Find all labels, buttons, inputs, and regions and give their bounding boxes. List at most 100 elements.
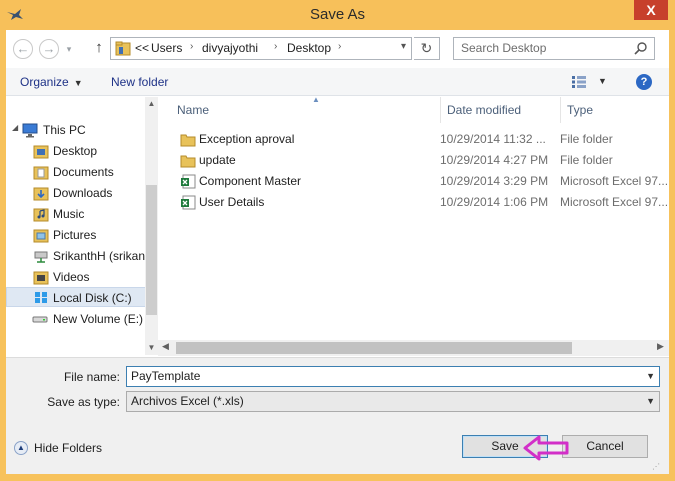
file-row[interactable]: Component Master 10/29/2014 3:29 PM Micr… — [178, 171, 668, 192]
sidebar-item-local-disk[interactable]: Local Disk (C:) — [6, 287, 146, 307]
drive-icon — [32, 316, 48, 323]
excel-file-icon — [181, 174, 196, 189]
file-name-field[interactable]: PayTemplate ▼ — [126, 366, 660, 387]
title-bar: Save As X — [0, 0, 675, 30]
file-date: 10/29/2014 3:29 PM — [440, 174, 549, 188]
search-box[interactable]: Search Desktop — [453, 37, 655, 60]
chevron-up-icon: ▲ — [14, 441, 28, 455]
organize-label: Organize — [20, 75, 69, 89]
sidebar-item-label: Pictures — [53, 228, 97, 242]
breadcrumb-users[interactable]: Users — [151, 41, 182, 55]
scrollbar-thumb[interactable] — [176, 342, 572, 354]
sidebar-item-label: SrikanthH (srikan — [53, 249, 146, 263]
folder-icon — [115, 41, 131, 56]
sidebar-item-label: Local Disk (C:) — [53, 291, 132, 305]
search-icon — [634, 42, 647, 55]
sidebar-item-documents[interactable]: Documents — [6, 162, 146, 182]
column-header-label: Name — [177, 103, 210, 117]
navigation-pane: ◢ This PC Desktop Documents Downloads Mu… — [6, 97, 158, 357]
horizontal-scrollbar[interactable]: ◀ ▶ — [158, 340, 669, 356]
search-input[interactable]: Search Desktop — [461, 41, 546, 55]
sidebar-item-new-volume[interactable]: New Volume (E:) — [6, 309, 146, 329]
close-button[interactable]: X — [634, 0, 668, 20]
videos-folder-icon — [33, 271, 49, 285]
cancel-button[interactable]: Cancel — [562, 435, 648, 458]
new-folder-button[interactable]: New folder — [111, 75, 168, 89]
address-dropdown-icon[interactable]: ▾ — [401, 41, 406, 52]
file-row[interactable]: update 10/29/2014 4:27 PM File folder — [178, 150, 668, 171]
folder-icon — [180, 155, 196, 168]
organize-menu[interactable]: Organize ▼ — [20, 75, 83, 89]
pictures-folder-icon — [33, 229, 49, 243]
sidebar-item-label: Desktop — [53, 144, 98, 158]
hide-folders-label: Hide Folders — [34, 441, 103, 455]
window-title: Save As — [309, 6, 366, 23]
documents-folder-icon — [33, 166, 49, 180]
sidebar-item-label: Downloads — [53, 186, 113, 200]
column-header-name[interactable]: Name ▲ — [171, 95, 441, 123]
local-disk-icon — [35, 292, 47, 303]
sidebar-item-label: New Volume (E:) — [53, 312, 144, 326]
file-name: User Details — [199, 195, 265, 209]
breadcrumb-chevron-icon[interactable]: › — [338, 41, 341, 52]
file-list: Name ▲ Date modified Type Exception apro… — [158, 95, 669, 357]
sidebar-item-downloads[interactable]: Downloads — [6, 183, 146, 203]
scroll-right-arrow-icon[interactable]: ▶ — [657, 341, 664, 352]
breadcrumb-divyajyothi[interactable]: divyajyothi — [202, 41, 258, 55]
sidebar-item-label: This PC — [43, 123, 86, 137]
column-header-date-modified[interactable]: Date modified — [441, 97, 561, 123]
back-button[interactable]: ← — [13, 39, 33, 59]
breadcrumb-chevron-icon[interactable]: › — [274, 41, 277, 52]
up-button[interactable]: ↑ — [91, 38, 107, 58]
refresh-button[interactable]: ↻ — [414, 37, 440, 60]
file-row[interactable]: User Details 10/29/2014 1:06 PM Microsof… — [178, 192, 668, 213]
help-button[interactable]: ? — [636, 74, 652, 90]
file-date: 10/29/2014 11:32 ... — [440, 132, 546, 146]
chevron-down-icon: ▼ — [646, 396, 655, 406]
file-date: 10/29/2014 4:27 PM — [440, 153, 549, 167]
address-bar[interactable]: << Users › divyajyothi › Desktop › ▾ — [110, 37, 412, 60]
folder-icon — [180, 134, 196, 147]
scroll-up-arrow-icon[interactable]: ▲ — [145, 99, 158, 108]
view-options-icon[interactable] — [571, 75, 587, 89]
scroll-left-arrow-icon[interactable]: ◀ — [162, 341, 169, 352]
file-type: Microsoft Excel 97... — [560, 195, 669, 209]
sidebar-item-label: Documents — [53, 165, 114, 179]
sidebar-item-videos[interactable]: Videos — [6, 267, 146, 287]
save-as-type-select[interactable]: Archivos Excel (*.xls) ▼ — [126, 391, 660, 412]
desktop-folder-icon — [33, 145, 49, 159]
this-pc-icon — [22, 123, 38, 138]
breadcrumb-desktop[interactable]: Desktop — [287, 41, 331, 55]
sidebar-item-network-drive[interactable]: SrikanthH (srikan — [6, 246, 146, 266]
scroll-down-arrow-icon[interactable]: ▼ — [145, 343, 158, 352]
file-name: update — [199, 153, 236, 167]
navigation-scrollbar[interactable]: ▲ ▼ — [145, 97, 158, 355]
chevron-down-icon[interactable]: ▼ — [646, 371, 655, 381]
resize-grip-icon[interactable]: ⋰ — [652, 462, 660, 471]
downloads-folder-icon — [33, 187, 49, 201]
file-name: Exception aproval — [199, 132, 295, 146]
file-type: File folder — [560, 153, 613, 167]
sidebar-item-label: Music — [53, 207, 85, 221]
music-folder-icon — [33, 208, 49, 222]
sidebar-item-music[interactable]: Music — [6, 204, 146, 224]
dialog-body: ← → ▾ ↑ << Users › divyajyothi › Desktop… — [6, 30, 669, 474]
save-as-type-value: Archivos Excel (*.xls) — [131, 394, 244, 408]
file-name: Component Master — [199, 174, 302, 188]
breadcrumb-chevron-icon[interactable]: › — [190, 41, 193, 52]
column-header-type[interactable]: Type — [561, 97, 669, 123]
file-row[interactable]: Exception aproval 10/29/2014 11:32 ... F… — [178, 129, 668, 150]
view-dropdown-icon[interactable]: ▼ — [598, 76, 607, 86]
network-drive-icon — [34, 251, 48, 263]
file-name-label: File name: — [63, 370, 120, 384]
sidebar-item-desktop[interactable]: Desktop — [6, 141, 146, 161]
chevron-down-icon: ▼ — [73, 78, 83, 88]
breadcrumb-overflow[interactable]: << — [135, 41, 149, 55]
sidebar-item-label: Videos — [53, 270, 90, 284]
scrollbar-thumb[interactable] — [146, 185, 157, 315]
sidebar-item-pictures[interactable]: Pictures — [6, 225, 146, 245]
forward-button[interactable]: → — [39, 39, 59, 59]
sidebar-item-this-pc[interactable]: ◢ This PC — [6, 120, 146, 140]
expand-chevron-icon[interactable]: ◢ — [12, 123, 18, 132]
recent-locations-chevron-icon[interactable]: ▾ — [63, 39, 75, 59]
